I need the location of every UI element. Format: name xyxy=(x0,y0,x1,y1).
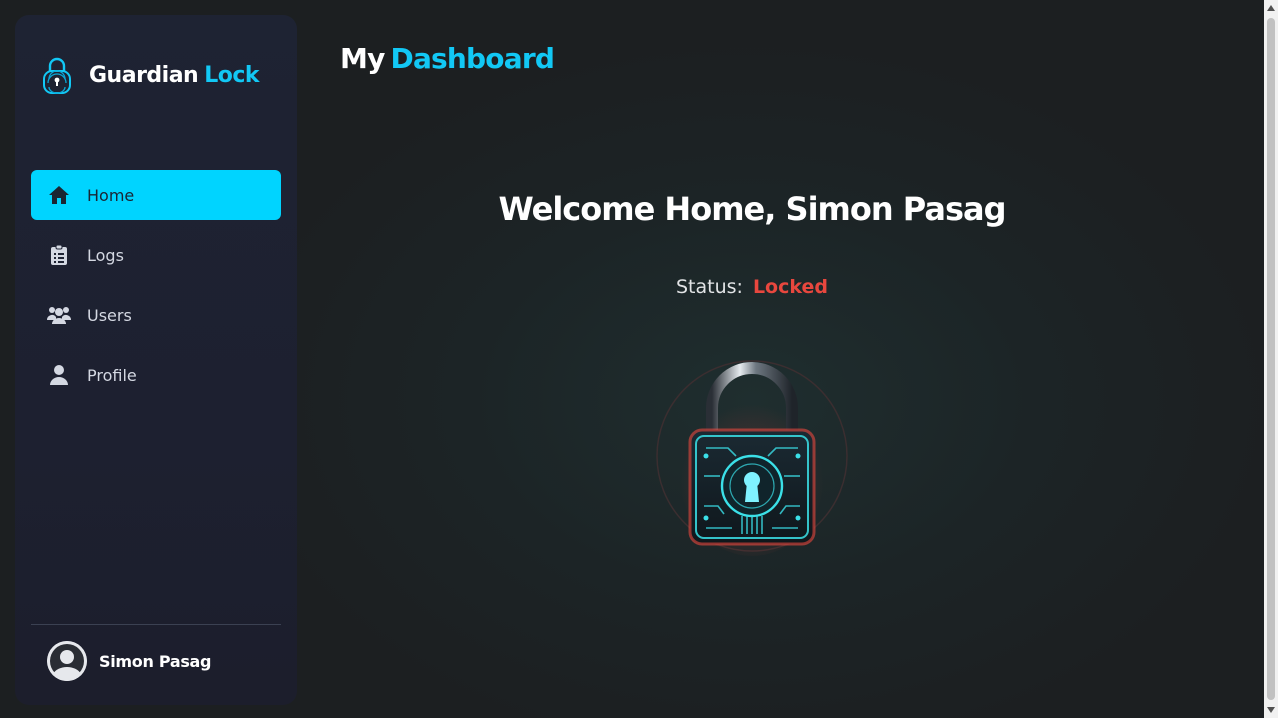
clipboard-icon xyxy=(47,243,71,267)
sidebar: Guardian Lock Home Logs Users Profile Si… xyxy=(15,15,297,705)
user-profile[interactable]: Simon Pasag xyxy=(47,641,212,681)
sidebar-divider xyxy=(31,624,281,625)
fingerprint-lock-icon xyxy=(43,57,71,94)
brand[interactable]: Guardian Lock xyxy=(41,55,260,95)
scroll-thumb[interactable] xyxy=(1267,18,1275,700)
sidebar-item-label: Logs xyxy=(87,245,124,265)
padlock-locked-icon xyxy=(656,360,848,556)
sidebar-item-label: Home xyxy=(87,185,135,205)
home-icon xyxy=(47,183,71,207)
page-title-part1: My xyxy=(340,42,385,75)
sidebar-item-home[interactable]: Home xyxy=(31,170,281,220)
page-title: My Dashboard xyxy=(340,42,555,75)
app: Guardian Lock Home Logs Users Profile Si… xyxy=(0,0,1278,718)
brand-name-part2: Lock xyxy=(204,62,260,88)
sidebar-nav: Home Logs Users Profile xyxy=(31,170,281,410)
page-title-part2: Dashboard xyxy=(390,42,555,75)
status-label: Status: xyxy=(676,276,743,298)
scroll-up-arrow-icon[interactable] xyxy=(1267,5,1275,11)
user-icon xyxy=(47,363,71,387)
sidebar-item-label: Profile xyxy=(87,365,137,385)
scroll-down-arrow-icon[interactable] xyxy=(1267,707,1275,713)
avatar-icon xyxy=(47,641,87,681)
sidebar-item-users[interactable]: Users xyxy=(31,290,281,340)
welcome-heading: Welcome Home, Simon Pasag xyxy=(498,190,1006,228)
brand-name-part1: Guardian xyxy=(89,62,199,88)
sidebar-item-label: Users xyxy=(87,305,132,325)
scrollbar[interactable] xyxy=(1264,0,1278,718)
brand-name: Guardian Lock xyxy=(89,62,260,88)
users-icon xyxy=(47,303,71,327)
status-value: Locked xyxy=(752,276,828,298)
sidebar-item-logs[interactable]: Logs xyxy=(31,230,281,280)
user-name: Simon Pasag xyxy=(99,651,212,671)
lock-toggle[interactable] xyxy=(652,356,852,556)
sidebar-item-profile[interactable]: Profile xyxy=(31,350,281,400)
lock-status: Status: Locked xyxy=(552,276,952,298)
